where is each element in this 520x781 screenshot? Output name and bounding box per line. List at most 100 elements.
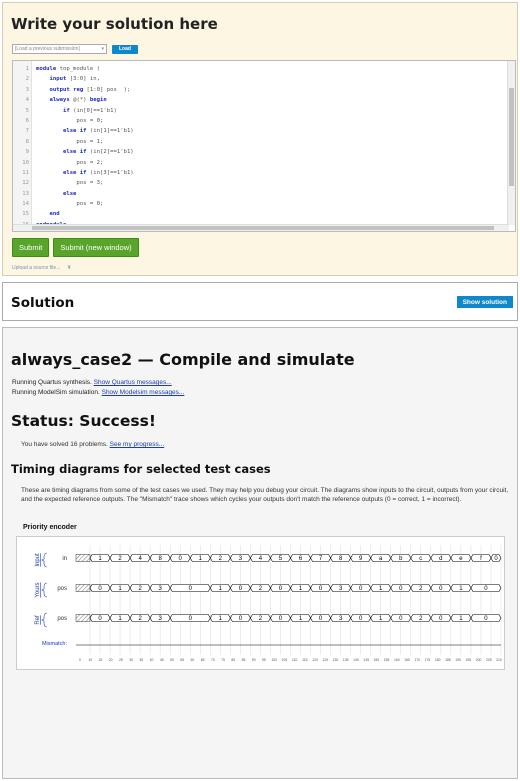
mismatch-signal-name: Mismatch: <box>42 641 68 647</box>
in-value-segment-label: c <box>419 556 422 562</box>
time-tick-label: 105 <box>282 658 288 662</box>
line-number: 9 <box>25 149 29 156</box>
code-area[interactable]: 1 module top_module (2 input [3:0] in, 3 o… <box>13 64 509 230</box>
vertical-scroll-thumb[interactable] <box>509 88 514 186</box>
ref-group-label: Ref <box>35 615 41 625</box>
modelsim-messages-link[interactable]: Show Modelsim messages... <box>102 389 185 396</box>
group-brace <box>41 612 48 628</box>
upload-source-link[interactable]: Upload a source file... ¥ <box>12 265 71 271</box>
quartus-messages-link[interactable]: Show Quartus messages... <box>94 379 172 386</box>
waveform-viewer: Input Yours Ref in 1 2 4 8 0 1 2 3 4 5 6 7 8 9 a b c d e f 0 pos 0… <box>16 536 505 670</box>
code-token: pos = 1; <box>36 138 104 145</box>
time-tick-label: 15 <box>99 658 103 662</box>
time-tick-label: 120 <box>312 658 318 662</box>
code-keyword: else <box>62 190 77 197</box>
horizontal-scroll-thumb[interactable] <box>32 226 494 230</box>
line-number: 8 <box>25 138 29 145</box>
progress-link[interactable]: See my progress... <box>110 441 165 448</box>
code-text: else if (in[1]==1'b1) <box>32 126 134 136</box>
time-tick-label: 200 <box>476 658 482 662</box>
code-token: [1:0] pos ); <box>83 86 131 93</box>
code-keyword: output <box>49 86 70 93</box>
code-token: pos = 3; <box>36 180 104 187</box>
code-line: 1 module top_module ( <box>13 64 509 74</box>
time-tick-label: 175 <box>425 658 431 662</box>
time-tick-label: 10 <box>88 658 92 662</box>
code-line: 14 pos = 0; <box>13 199 509 209</box>
code-text: pos = 0; <box>32 116 103 126</box>
time-tick-label: 55 <box>180 658 184 662</box>
time-tick-label: 20 <box>109 658 113 662</box>
line-number: 10 <box>22 159 29 166</box>
solution-title: Solution <box>11 295 75 311</box>
upload-source-label: Upload a source file... <box>12 265 61 271</box>
code-keyword: always <box>49 97 70 104</box>
code-line: 5 if (in[0]==1'b1) <box>13 106 509 116</box>
code-line: 4 always @(*) begin <box>13 95 509 105</box>
vertical-scrollbar[interactable] <box>507 61 515 225</box>
code-text: output reg [1:0] pos ); <box>32 85 130 95</box>
pos-yours-unknown-segment <box>75 584 91 592</box>
code-line: 8 pos = 1; <box>13 137 509 147</box>
time-tick-label: 90 <box>252 658 256 662</box>
code-keyword: else if <box>62 149 87 156</box>
time-tick-label: 65 <box>201 658 205 662</box>
code-token: (in[0]==1'b1) <box>69 107 117 114</box>
code-text: pos = 3; <box>32 178 103 188</box>
show-solution-button[interactable]: Show solution <box>456 296 513 308</box>
code-line: 15 end <box>13 209 509 219</box>
time-tick-label: 155 <box>384 658 390 662</box>
in-value-segment-label: d <box>439 556 442 562</box>
time-tick-label: 115 <box>302 658 308 662</box>
code-text: pos = 1; <box>32 137 103 147</box>
results-panel: always_case2 — Compile and simulate Runn… <box>2 327 518 779</box>
time-tick-label: 135 <box>343 658 349 662</box>
time-tick-label: 85 <box>242 658 246 662</box>
time-tick-label: 195 <box>466 658 472 662</box>
code-line: 6 pos = 0; <box>13 116 509 126</box>
code-editor[interactable]: 1 module top_module (2 input [3:0] in, 3 o… <box>12 60 516 232</box>
modelsim-log-line: Running ModelSim simulation. Show Models… <box>12 389 184 396</box>
editor-panel: Write your solution here [Load a previou… <box>2 2 518 276</box>
load-row: [Load a previous submission] ▾ Load <box>12 44 138 54</box>
horizontal-scrollbar[interactable] <box>13 224 509 231</box>
code-text: pos = 0; <box>32 199 103 209</box>
code-line: 10 pos = 2; <box>13 158 509 168</box>
time-tick-label: 45 <box>160 658 164 662</box>
in-unknown-segment <box>75 554 91 562</box>
line-number: 11 <box>22 169 29 176</box>
code-text: else <box>32 189 76 199</box>
line-number: 14 <box>22 201 29 208</box>
double-chevron-down-icon: ¥ <box>67 265 71 271</box>
time-tick-label: 160 <box>394 658 400 662</box>
in-signal-name: in <box>62 556 67 562</box>
code-token: (in[3]==1'b1) <box>86 169 134 176</box>
input-group-label: Input <box>35 553 41 567</box>
code-keyword: else if <box>62 128 87 135</box>
time-tick-label: 180 <box>435 658 441 662</box>
code-text: else if (in[3]==1'b1) <box>32 168 134 178</box>
pos-ref-signal-name: pos <box>57 616 67 622</box>
submit-new-window-button[interactable]: Submit (new window) <box>53 238 139 257</box>
time-tick-label: 95 <box>262 658 266 662</box>
code-token: (in[2]==1'b1) <box>86 149 134 156</box>
time-tick-label: 110 <box>292 658 298 662</box>
code-line: 11 else if (in[3]==1'b1) <box>13 168 509 178</box>
line-number: 3 <box>25 86 29 93</box>
code-line: 13 else <box>13 189 509 199</box>
yours-group-label: Yours <box>35 582 41 597</box>
line-number: 1 <box>25 66 29 72</box>
code-line: 7 else if (in[1]==1'b1) <box>13 126 509 136</box>
code-line: 3 output reg [1:0] pos ); <box>13 85 509 95</box>
load-button[interactable]: Load <box>112 44 138 54</box>
code-token: top_module ( <box>56 66 100 72</box>
code-text: else if (in[2]==1'b1) <box>32 147 134 157</box>
submit-button[interactable]: Submit <box>12 238 50 257</box>
time-tick-label: 205 <box>486 658 492 662</box>
time-tick-label: 125 <box>322 658 328 662</box>
solved-text: You have solved 16 problems. <box>21 441 110 448</box>
previous-submission-select[interactable]: [Load a previous submission] ▾ <box>12 44 107 54</box>
code-token: [3:0] in, <box>66 76 101 83</box>
